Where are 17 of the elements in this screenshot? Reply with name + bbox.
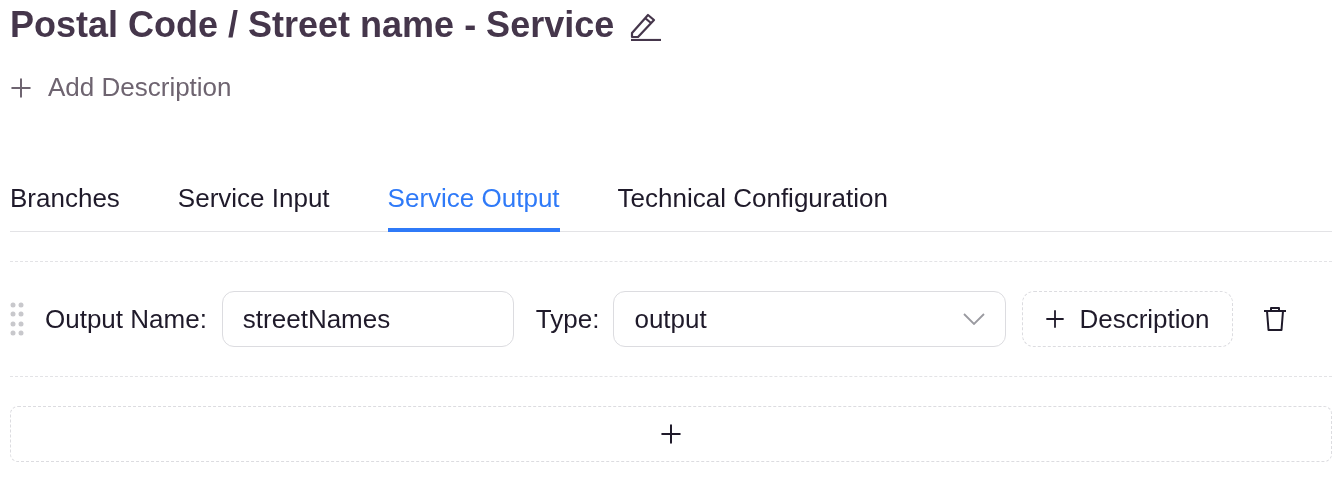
- tab[interactable]: Technical Configuration: [617, 183, 888, 232]
- chevron-down-icon: [963, 313, 986, 325]
- type-label: Type:: [535, 303, 600, 335]
- add-description-button[interactable]: Add Description: [10, 72, 232, 103]
- tab[interactable]: Branches: [10, 183, 120, 232]
- plus-icon: [10, 76, 32, 99]
- tab[interactable]: Service Output: [387, 183, 560, 232]
- plus-icon: [660, 423, 682, 445]
- output-name-label: Output Name:: [45, 303, 207, 335]
- plus-icon: [1045, 309, 1066, 329]
- page-title: Postal Code / Street name - Service: [10, 4, 615, 46]
- tab[interactable]: Service Input: [177, 183, 330, 232]
- type-dropdown[interactable]: output: [613, 291, 1007, 347]
- drag-handle-icon[interactable]: [10, 302, 24, 336]
- output-name-field[interactable]: streetNames: [221, 291, 514, 347]
- add-description-button[interactable]: Description: [1022, 291, 1233, 347]
- trash-icon[interactable]: [1262, 306, 1287, 332]
